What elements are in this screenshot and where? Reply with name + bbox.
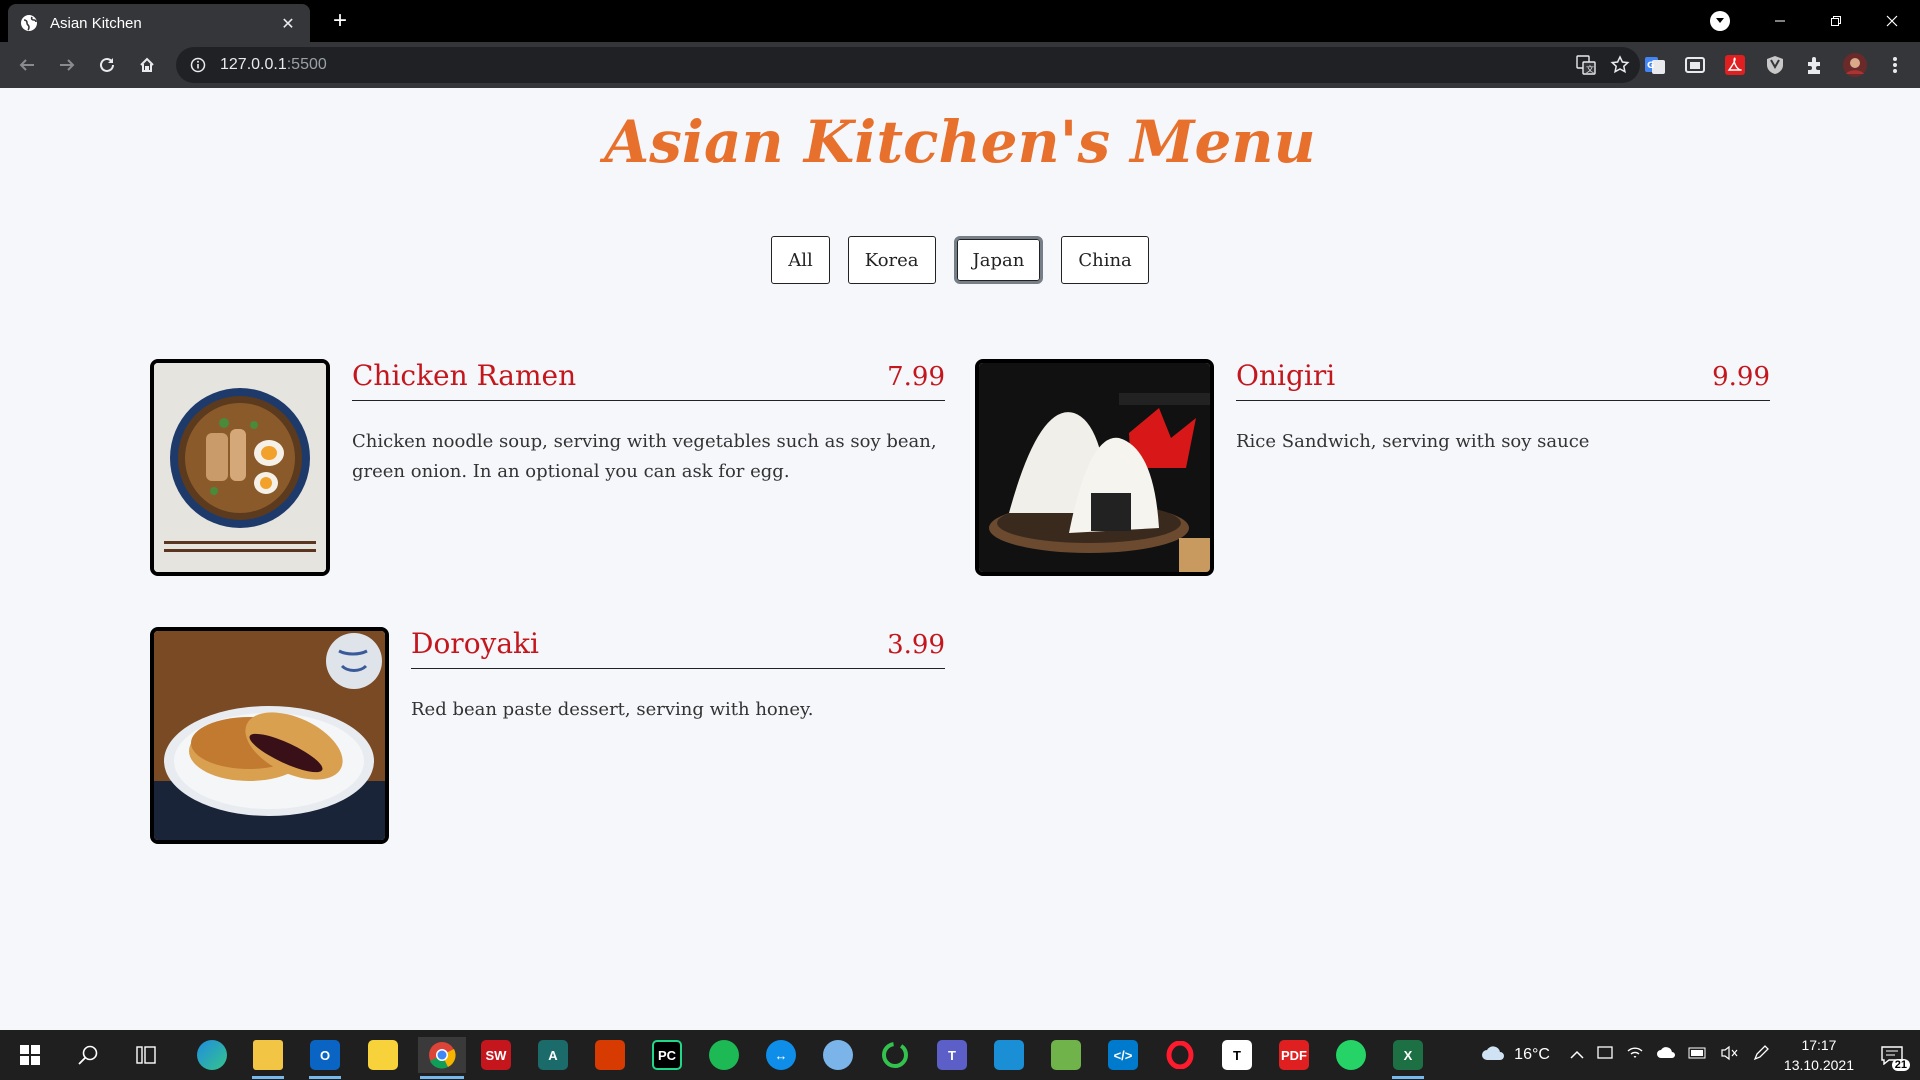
battery-icon[interactable] bbox=[1688, 1046, 1708, 1064]
network-device-icon[interactable] bbox=[1596, 1044, 1614, 1067]
notepad-icon[interactable] bbox=[1048, 1037, 1084, 1073]
menu-item-header: Onigiri 9.99 bbox=[1236, 359, 1770, 401]
sync-circle-icon[interactable] bbox=[877, 1037, 913, 1073]
address-bar[interactable]: 127.0.0.1:5500 文 bbox=[176, 47, 1640, 83]
dish-description: Chicken noodle soup, serving with vegeta… bbox=[352, 431, 937, 482]
extensions-puzzle-icon[interactable] bbox=[1800, 50, 1830, 80]
back-arrow-icon[interactable] bbox=[12, 50, 42, 80]
opera-icon[interactable] bbox=[1162, 1037, 1198, 1073]
task-view-icon[interactable] bbox=[128, 1037, 164, 1073]
windows-taskbar: O SW A PC ↔ T </> T PDF X 16°C 17:17 13.… bbox=[0, 1030, 1920, 1080]
tab-title: Asian Kitchen bbox=[50, 14, 142, 32]
menu-item-info: Doroyaki 3.99 Red bean paste dessert, se… bbox=[411, 627, 945, 844]
close-tab-icon[interactable]: ✕ bbox=[278, 14, 298, 33]
filter-china-button[interactable]: China bbox=[1061, 236, 1149, 284]
weather-cloud-icon[interactable] bbox=[1480, 1043, 1506, 1068]
dish-name: Chicken Ramen bbox=[352, 359, 577, 392]
menu-item: Doroyaki 3.99 Red bean paste dessert, se… bbox=[150, 627, 945, 844]
pen-icon[interactable] bbox=[1752, 1044, 1770, 1067]
doroyaki-photo bbox=[150, 627, 389, 844]
file-explorer-icon[interactable] bbox=[250, 1037, 286, 1079]
browser-tabbar: Asian Kitchen ✕ + bbox=[0, 0, 1920, 42]
minimize-button[interactable] bbox=[1752, 0, 1808, 42]
reload-icon[interactable] bbox=[92, 50, 122, 80]
dish-description: Rice Sandwich, serving with soy sauce bbox=[1236, 431, 1590, 452]
notification-count-badge: 21 bbox=[1891, 1059, 1910, 1071]
system-clock[interactable]: 17:17 13.10.2021 bbox=[1784, 1035, 1854, 1075]
onedrive-sync-icon[interactable] bbox=[991, 1037, 1027, 1073]
typora-icon[interactable]: T bbox=[1219, 1037, 1255, 1073]
browser-tab-active[interactable]: Asian Kitchen ✕ bbox=[8, 4, 310, 42]
clock-time: 17:17 bbox=[1801, 1037, 1837, 1053]
sticky-notes-icon[interactable] bbox=[365, 1037, 401, 1073]
system-tray: 16°C 17:17 13.10.2021 21 bbox=[1480, 1030, 1920, 1080]
whatsapp-icon[interactable] bbox=[1333, 1037, 1369, 1073]
clock-date: 13.10.2021 bbox=[1783, 1057, 1854, 1073]
close-window-button[interactable] bbox=[1864, 0, 1920, 42]
outlook-icon[interactable]: O bbox=[307, 1037, 343, 1079]
teams-icon[interactable]: T bbox=[934, 1037, 970, 1073]
office-icon[interactable] bbox=[592, 1037, 628, 1073]
chevron-up-icon[interactable] bbox=[1570, 1046, 1584, 1064]
tab-search-icon[interactable] bbox=[1710, 11, 1730, 31]
new-tab-button[interactable]: + bbox=[326, 8, 354, 36]
browser-menu-icon[interactable] bbox=[1880, 50, 1910, 80]
page-title: Asian Kitchen's Menu bbox=[604, 108, 1316, 176]
dish-name: Onigiri bbox=[1236, 359, 1336, 392]
menu-item-header: Chicken Ramen 7.99 bbox=[352, 359, 945, 401]
spotify-icon[interactable] bbox=[706, 1037, 742, 1073]
temperature-text[interactable]: 16°C bbox=[1514, 1046, 1550, 1064]
menu-item: Chicken Ramen 7.99 Chicken noodle soup, … bbox=[150, 359, 945, 576]
svg-text:文: 文 bbox=[1586, 64, 1594, 74]
browser-toolbar: 127.0.0.1:5500 文 G bbox=[0, 42, 1920, 88]
windows-start-icon[interactable] bbox=[12, 1037, 48, 1073]
filter-japan-button[interactable]: Japan bbox=[953, 236, 1044, 284]
forward-arrow-icon[interactable] bbox=[52, 50, 82, 80]
pycharm-icon[interactable]: PC bbox=[649, 1037, 685, 1073]
solidworks-icon[interactable]: SW bbox=[478, 1037, 514, 1073]
filter-korea-button[interactable]: Korea bbox=[847, 236, 936, 284]
home-icon[interactable] bbox=[132, 50, 162, 80]
info-icon[interactable] bbox=[190, 57, 206, 73]
globe-icon bbox=[20, 14, 38, 32]
picture-in-picture-icon[interactable] bbox=[1680, 50, 1710, 80]
menu-item: Onigiri 9.99 Rice Sandwich, serving with… bbox=[975, 359, 1770, 576]
menu-item-info: Onigiri 9.99 Rice Sandwich, serving with… bbox=[1236, 359, 1770, 576]
chrome-icon[interactable] bbox=[418, 1037, 466, 1079]
dish-name: Doroyaki bbox=[411, 627, 539, 660]
wifi-icon[interactable] bbox=[1626, 1045, 1644, 1066]
dish-description: Red bean paste dessert, serving with hon… bbox=[411, 699, 814, 720]
vscode-icon[interactable]: </> bbox=[1105, 1037, 1141, 1073]
onigiri-photo bbox=[975, 359, 1214, 576]
dish-price: 7.99 bbox=[887, 362, 945, 392]
page-content: Asian Kitchen's Menu All Korea Japan Chi… bbox=[0, 88, 1920, 1030]
onedrive-cloud-icon[interactable] bbox=[1656, 1046, 1676, 1065]
dish-price: 3.99 bbox=[887, 630, 945, 660]
chicken-ramen-photo bbox=[150, 359, 330, 576]
menu-item-header: Doroyaki 3.99 bbox=[411, 627, 945, 669]
adobe-acrobat-extension-icon[interactable] bbox=[1720, 50, 1750, 80]
paint-icon[interactable] bbox=[820, 1037, 856, 1073]
notification-center-icon[interactable]: 21 bbox=[1872, 1035, 1912, 1075]
dish-price: 9.99 bbox=[1712, 362, 1770, 392]
adobe-app-icon[interactable]: A bbox=[535, 1037, 571, 1073]
google-translate-extension-icon[interactable]: G bbox=[1640, 50, 1670, 80]
category-filter-bar: All Korea Japan China bbox=[0, 236, 1920, 284]
translate-icon[interactable]: 文 bbox=[1574, 53, 1598, 77]
excel-icon[interactable]: X bbox=[1390, 1037, 1426, 1079]
url-text: 127.0.0.1:5500 bbox=[220, 56, 327, 73]
search-icon[interactable] bbox=[70, 1037, 106, 1073]
bookmark-star-icon[interactable] bbox=[1608, 53, 1632, 77]
edge-icon[interactable] bbox=[194, 1037, 230, 1073]
pdf-reader-icon[interactable]: PDF bbox=[1276, 1037, 1312, 1073]
teamviewer-icon[interactable]: ↔ bbox=[763, 1037, 799, 1073]
menu-item-info: Chicken Ramen 7.99 Chicken noodle soup, … bbox=[352, 359, 945, 576]
svg-text:G: G bbox=[1647, 61, 1654, 71]
restore-button[interactable] bbox=[1808, 0, 1864, 42]
volume-muted-icon[interactable] bbox=[1720, 1045, 1740, 1066]
filter-all-button[interactable]: All bbox=[771, 236, 830, 284]
profile-avatar[interactable] bbox=[1840, 50, 1870, 80]
shield-extension-icon[interactable] bbox=[1760, 50, 1790, 80]
